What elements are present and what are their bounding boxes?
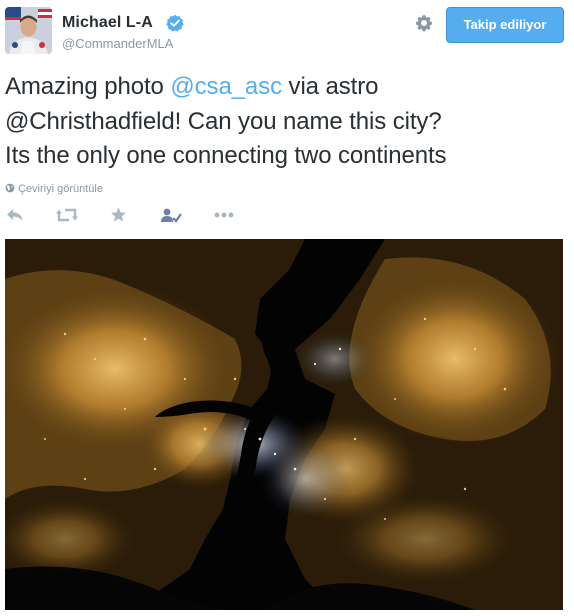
tweet-text-segment: via astro <box>281 73 379 100</box>
astronaut-avatar-icon <box>5 7 52 54</box>
view-translation-link[interactable]: Çeviriyi görüntüle <box>5 183 103 195</box>
reply-icon[interactable] <box>6 207 24 225</box>
tweet-header: Michael L-A @CommanderMLA Takip ediliyor <box>0 0 574 64</box>
tweet-text-line-3: Its the only one connecting two continen… <box>5 142 447 169</box>
tweet-text-line-1: Amazing photo @csa_asc via astro <box>5 70 565 105</box>
tweet-text-segment: ! Can you name this city? <box>174 107 442 135</box>
tweet-text-line-2: @Christhadfield! Can you name this city? <box>5 105 565 140</box>
avatar[interactable] <box>5 7 52 54</box>
tweet-text: Amazing photo @csa_asc via astro @Christ… <box>5 70 565 174</box>
gear-icon[interactable] <box>414 13 434 33</box>
mention-link-csa-asc[interactable]: @csa_asc <box>170 73 282 100</box>
following-button[interactable]: Takip ediliyor <box>446 7 564 43</box>
tweet-text-segment: Amazing photo <box>5 73 171 100</box>
mention-link-christhadfield[interactable]: @Christhadfield <box>5 108 175 135</box>
tweet-actions <box>0 203 574 229</box>
author-display-name[interactable]: Michael L-A <box>62 14 153 32</box>
view-translation-label: Çeviriyi görüntüle <box>18 183 103 195</box>
retweet-icon[interactable] <box>56 207 78 225</box>
favorite-icon[interactable] <box>110 207 127 225</box>
more-icon[interactable] <box>214 212 234 230</box>
verified-badge-icon <box>166 14 184 32</box>
tweet-photo[interactable] <box>5 239 563 610</box>
globe-icon <box>5 183 15 193</box>
night-city-photo-icon <box>5 239 563 610</box>
author-handle[interactable]: @CommanderMLA <box>62 36 173 51</box>
follow-user-icon[interactable] <box>161 207 183 225</box>
